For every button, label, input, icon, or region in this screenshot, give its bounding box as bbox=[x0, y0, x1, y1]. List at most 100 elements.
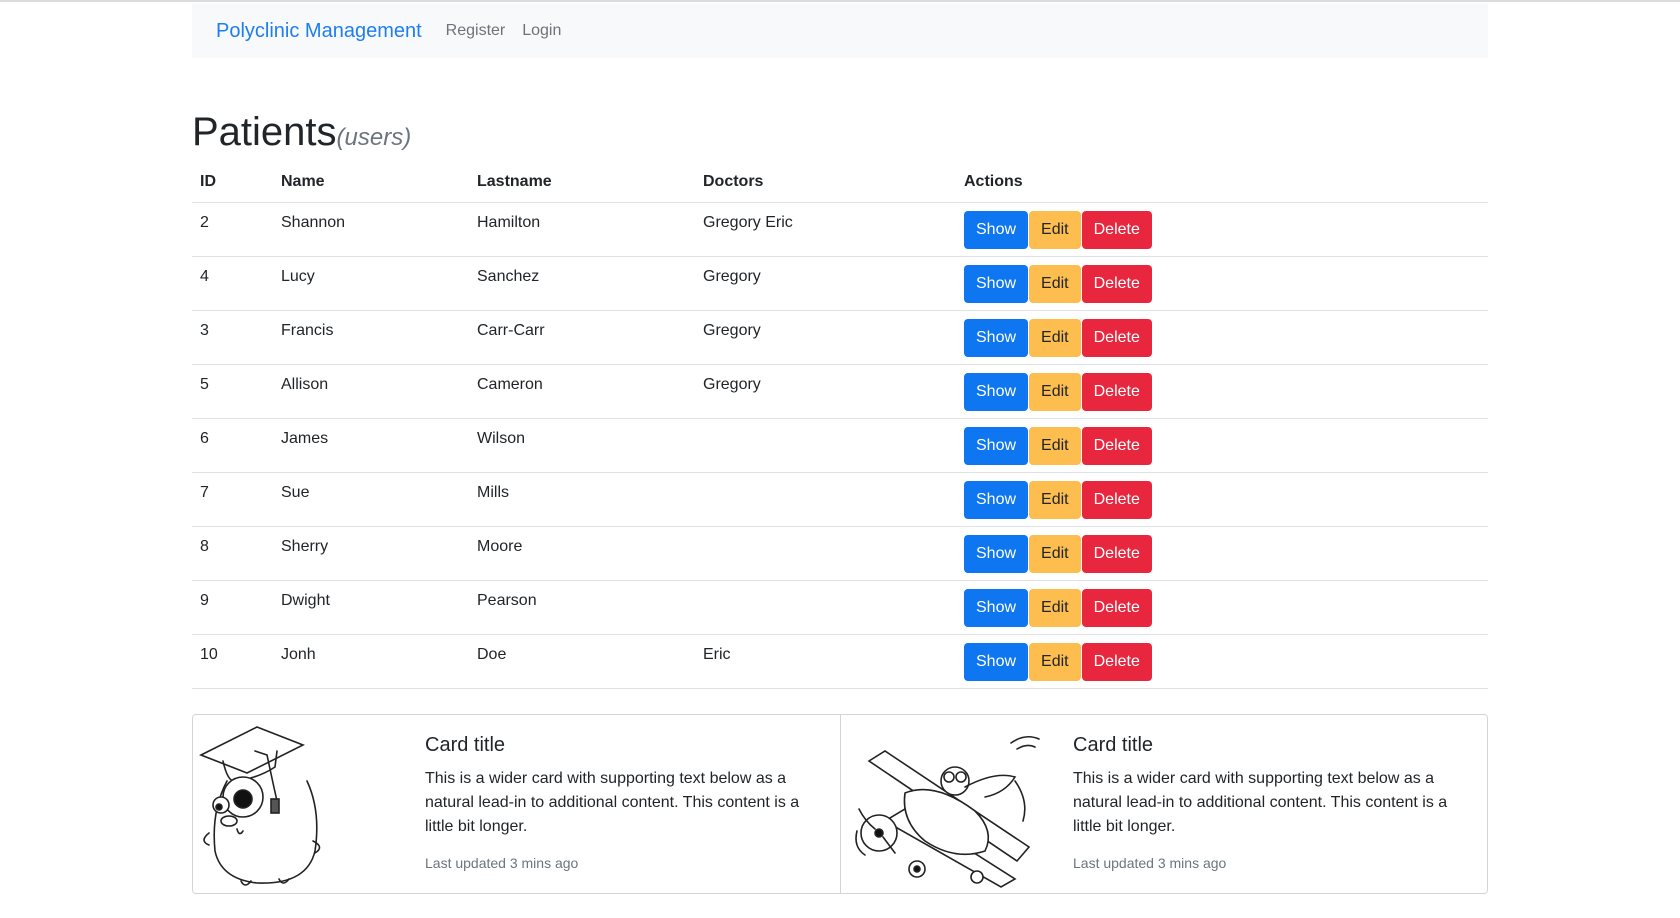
show-button[interactable]: Show bbox=[964, 427, 1029, 465]
card-text: This is a wider card with supporting tex… bbox=[425, 770, 800, 835]
edit-button[interactable]: Edit bbox=[1029, 589, 1081, 627]
show-button[interactable]: Show bbox=[964, 535, 1029, 573]
cell-lastname: Pearson bbox=[469, 580, 695, 635]
delete-button[interactable]: Delete bbox=[1081, 211, 1152, 249]
show-button[interactable]: Show bbox=[964, 319, 1029, 357]
table-row: 7 Sue Mills Show Edit Delete bbox=[192, 472, 1488, 527]
edit-button[interactable]: Edit bbox=[1029, 481, 1081, 519]
delete-button[interactable]: Delete bbox=[1081, 481, 1152, 519]
edit-button[interactable]: Edit bbox=[1029, 373, 1081, 411]
show-button[interactable]: Show bbox=[964, 211, 1029, 249]
delete-button[interactable]: Delete bbox=[1081, 373, 1152, 411]
table-row: 4 Lucy Sanchez Gregory Show Edit Delete bbox=[192, 256, 1488, 311]
cell-doctors bbox=[695, 580, 956, 635]
cell-lastname: Sanchez bbox=[469, 256, 695, 311]
show-button[interactable]: Show bbox=[964, 589, 1029, 627]
cell-name: Shannon bbox=[273, 202, 469, 257]
cell-id: 4 bbox=[192, 256, 273, 311]
table-row: 10 Jonh Doe Eric Show Edit Delete bbox=[192, 634, 1488, 689]
table-row: 2 Shannon Hamilton Gregory Eric Show Edit Dele… bbox=[192, 202, 1488, 257]
edit-button[interactable]: Edit bbox=[1029, 427, 1081, 465]
card-title: Card title bbox=[1073, 734, 1154, 756]
table-row: 8 Sherry Moore Show Edit Delete bbox=[192, 526, 1488, 581]
table-row: 6 James Wilson Show Edit Delete bbox=[192, 418, 1488, 473]
show-button[interactable]: Show bbox=[964, 643, 1029, 681]
delete-button[interactable]: Delete bbox=[1081, 589, 1152, 627]
table-row: 9 Dwight Pearson Show Edit Delete bbox=[192, 580, 1488, 635]
nav-link-login[interactable]: Login bbox=[522, 22, 561, 40]
cell-lastname: Moore bbox=[469, 526, 695, 581]
cell-id: 8 bbox=[192, 526, 273, 581]
cell-actions: Show Edit Delete bbox=[956, 472, 1488, 527]
cell-name: Sherry bbox=[273, 526, 469, 581]
cell-id: 5 bbox=[192, 364, 273, 419]
navbar: Polyclinic Management Register Login bbox=[192, 4, 1488, 58]
cell-doctors: Gregory Eric bbox=[695, 202, 956, 257]
edit-button[interactable]: Edit bbox=[1029, 211, 1081, 249]
edit-button[interactable]: Edit bbox=[1029, 319, 1081, 357]
header-id: ID bbox=[192, 162, 273, 203]
page-title: Patients(users) bbox=[192, 108, 411, 162]
cell-lastname: Carr-Carr bbox=[469, 310, 695, 365]
table-row: 3 Francis Carr-Carr Gregory Show Edit Delete bbox=[192, 310, 1488, 365]
header-lastname: Lastname bbox=[469, 162, 695, 203]
card-body: Card title This is a wider card with sup… bbox=[425, 733, 825, 871]
card-text: This is a wider card with supporting tex… bbox=[1073, 770, 1448, 835]
table-row: 5 Allison Cameron Gregory Show Edit Delete bbox=[192, 364, 1488, 419]
cell-actions: Show Edit Delete bbox=[956, 580, 1488, 635]
delete-button[interactable]: Delete bbox=[1081, 643, 1152, 681]
cell-doctors: Gregory bbox=[695, 256, 956, 311]
card: Card title This is a wider card with sup… bbox=[193, 715, 840, 893]
delete-button[interactable]: Delete bbox=[1081, 427, 1152, 465]
nav-link-register[interactable]: Register bbox=[446, 22, 506, 40]
cell-lastname: Hamilton bbox=[469, 202, 695, 257]
cell-id: 10 bbox=[192, 634, 273, 689]
delete-button[interactable]: Delete bbox=[1081, 265, 1152, 303]
cell-lastname: Mills bbox=[469, 472, 695, 527]
cell-id: 3 bbox=[192, 310, 273, 365]
window-top-border bbox=[0, 0, 1680, 2]
cell-actions: Show Edit Delete bbox=[956, 364, 1488, 419]
cell-doctors: Gregory bbox=[695, 310, 956, 365]
cell-name: Allison bbox=[273, 364, 469, 419]
header-name: Name bbox=[273, 162, 469, 203]
show-button[interactable]: Show bbox=[964, 373, 1029, 411]
page-subtitle: (users) bbox=[336, 124, 412, 151]
navbar-brand[interactable]: Polyclinic Management bbox=[216, 20, 422, 43]
cell-actions: Show Edit Delete bbox=[956, 202, 1488, 257]
edit-button[interactable]: Edit bbox=[1029, 535, 1081, 573]
edit-button[interactable]: Edit bbox=[1029, 265, 1081, 303]
cell-lastname: Doe bbox=[469, 634, 695, 689]
page-title-text: Patients bbox=[192, 110, 337, 154]
edit-button[interactable]: Edit bbox=[1029, 643, 1081, 681]
patients-table: ID Name Lastname Doctors Actions 2 Shanno… bbox=[192, 162, 1488, 689]
delete-button[interactable]: Delete bbox=[1081, 535, 1152, 573]
gopher-biplane-icon bbox=[855, 735, 1040, 888]
cell-actions: Show Edit Delete bbox=[956, 310, 1488, 365]
cell-name: Dwight bbox=[273, 580, 469, 635]
show-button[interactable]: Show bbox=[964, 481, 1029, 519]
cell-doctors bbox=[695, 472, 956, 527]
show-button[interactable]: Show bbox=[964, 265, 1029, 303]
header-doctors: Doctors bbox=[695, 162, 956, 203]
table-header-row: ID Name Lastname Doctors Actions bbox=[192, 162, 1488, 203]
cell-lastname: Cameron bbox=[469, 364, 695, 419]
cell-name: Sue bbox=[273, 472, 469, 527]
card-group: Card title This is a wider card with sup… bbox=[192, 714, 1488, 894]
header-actions: Actions bbox=[956, 162, 1488, 203]
cell-name: Jonh bbox=[273, 634, 469, 689]
cell-actions: Show Edit Delete bbox=[956, 634, 1488, 689]
card-title: Card title bbox=[425, 734, 506, 756]
gopher-graduate-icon bbox=[199, 726, 321, 886]
card: Card title This is a wider card with sup… bbox=[840, 715, 1487, 893]
cell-doctors bbox=[695, 418, 956, 473]
cell-doctors: Gregory bbox=[695, 364, 956, 419]
delete-button[interactable]: Delete bbox=[1081, 319, 1152, 357]
cell-actions: Show Edit Delete bbox=[956, 526, 1488, 581]
cell-actions: Show Edit Delete bbox=[956, 256, 1488, 311]
cell-id: 2 bbox=[192, 202, 273, 257]
cell-name: Francis bbox=[273, 310, 469, 365]
card-updated: Last updated 3 mins ago bbox=[1073, 855, 1227, 871]
cell-name: James bbox=[273, 418, 469, 473]
cell-id: 6 bbox=[192, 418, 273, 473]
